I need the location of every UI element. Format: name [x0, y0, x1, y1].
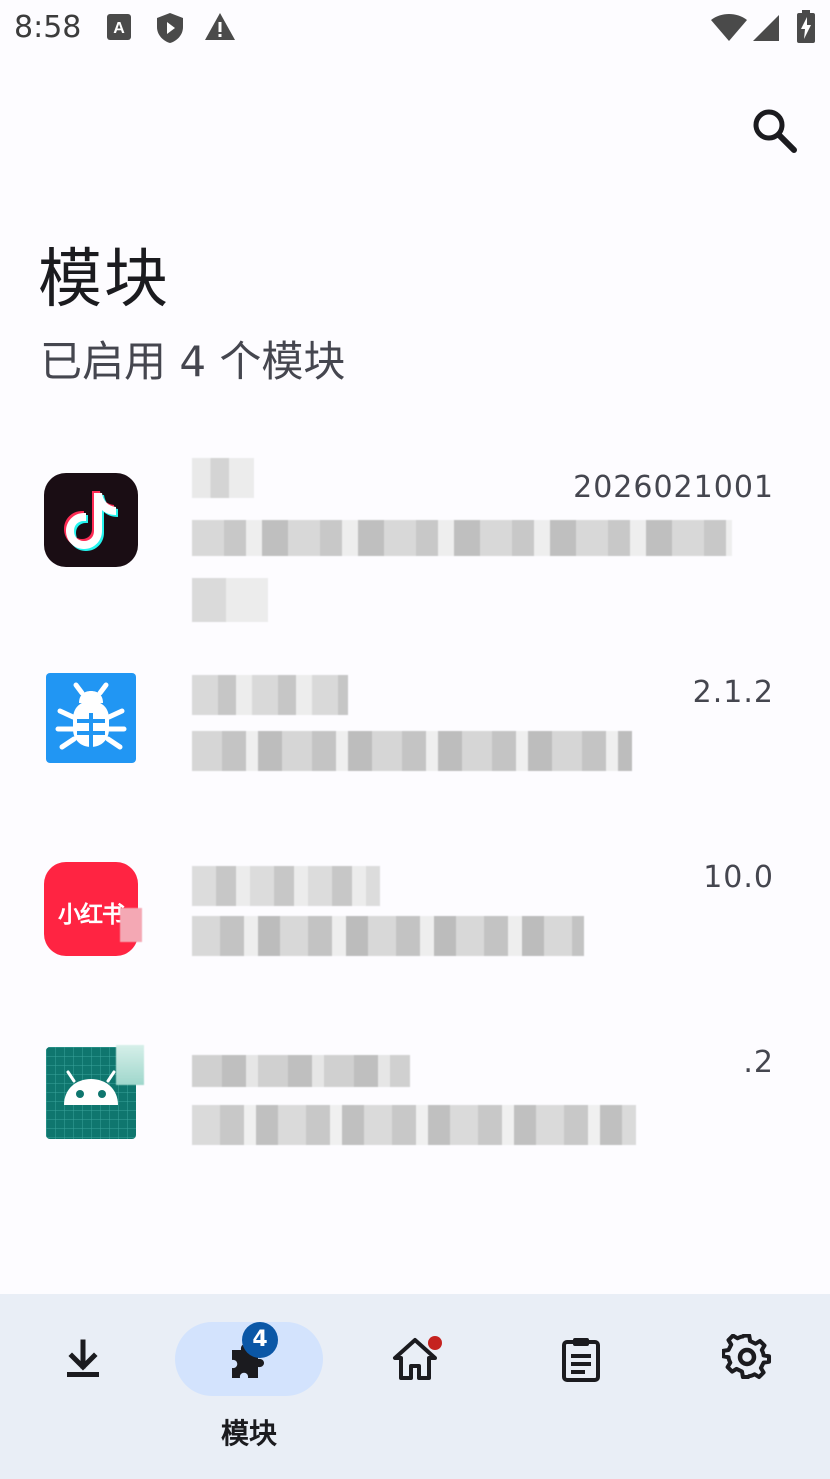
- battery-charging-icon: [797, 10, 815, 43]
- clipboard-icon: [562, 1338, 600, 1382]
- svg-text:A: A: [113, 20, 125, 37]
- redacted-overlay: [120, 908, 142, 942]
- page-subtitle: 已启用 4 个模块: [40, 337, 346, 386]
- nav-label: 模块: [220, 1417, 277, 1450]
- cellular-signal-icon: [753, 15, 779, 41]
- module-version: 2.1.2: [692, 675, 774, 710]
- tiktok-icon: [44, 473, 138, 567]
- module-version: 2026021001: [573, 470, 774, 505]
- module-version: .2: [743, 1045, 774, 1080]
- module-version: 10.0: [703, 860, 774, 895]
- search-icon[interactable]: [748, 104, 800, 156]
- gear-icon: [722, 1334, 772, 1380]
- nav-item-home[interactable]: [332, 1294, 498, 1479]
- bottom-navigation: 4 模块: [0, 1294, 830, 1479]
- page-title: 模块: [38, 243, 170, 317]
- bug-icon: [46, 673, 136, 763]
- shield-play-icon: [157, 13, 183, 43]
- status-bar: 8:58 A: [0, 0, 830, 58]
- module-item-tiktok[interactable]: 2026021001: [0, 450, 830, 630]
- text-notification-icon: A: [107, 14, 131, 40]
- module-item-xiaohongshu[interactable]: 小红书 10.0: [0, 820, 830, 1000]
- nav-badge: 4: [242, 1322, 278, 1358]
- module-item-android[interactable]: .2: [0, 1005, 830, 1185]
- nav-item-modules[interactable]: 4 模块: [166, 1294, 332, 1479]
- nav-item-download[interactable]: [0, 1294, 166, 1479]
- redacted-overlay: [116, 1045, 144, 1085]
- status-time: 8:58: [14, 10, 82, 45]
- nav-item-settings[interactable]: [664, 1294, 830, 1479]
- notification-dot: [428, 1336, 442, 1350]
- module-item-bug[interactable]: 2.1.2: [0, 635, 830, 815]
- warning-icon: [205, 13, 235, 40]
- download-icon: [67, 1339, 99, 1377]
- wifi-icon: [711, 14, 747, 41]
- nav-item-logs[interactable]: [498, 1294, 664, 1479]
